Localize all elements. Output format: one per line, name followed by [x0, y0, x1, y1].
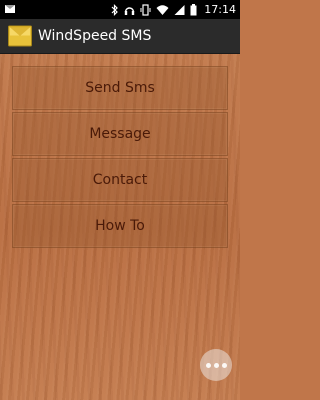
- more-dots-icon: [213, 362, 219, 368]
- headphones-icon: [125, 6, 135, 15]
- overflow-menu-button[interactable]: [200, 349, 232, 381]
- app-title: WindSpeed SMS: [38, 28, 152, 44]
- main-content: Send Sms Message Contact How To: [0, 54, 240, 400]
- more-dots-icon: [205, 362, 211, 368]
- action-bar: WindSpeed SMS: [0, 19, 240, 54]
- signal-icon: [174, 4, 185, 15]
- status-bar: 17:14: [0, 0, 240, 19]
- envelope-icon[interactable]: [8, 25, 32, 47]
- vibrate-icon: [140, 3, 151, 16]
- status-time: 17:14: [204, 3, 236, 16]
- menu-list: Send Sms Message Contact How To: [12, 66, 228, 250]
- more-dots-icon: [221, 362, 227, 368]
- send-sms-button[interactable]: Send Sms: [12, 66, 228, 110]
- message-button[interactable]: Message: [12, 112, 228, 156]
- contact-button[interactable]: Contact: [12, 158, 228, 202]
- status-icons: 17:14: [111, 0, 236, 19]
- how-to-button[interactable]: How To: [12, 204, 228, 248]
- battery-icon: [190, 3, 197, 15]
- wifi-icon: [156, 4, 169, 15]
- notification-icon: [5, 5, 15, 13]
- bluetooth-icon: [111, 3, 119, 16]
